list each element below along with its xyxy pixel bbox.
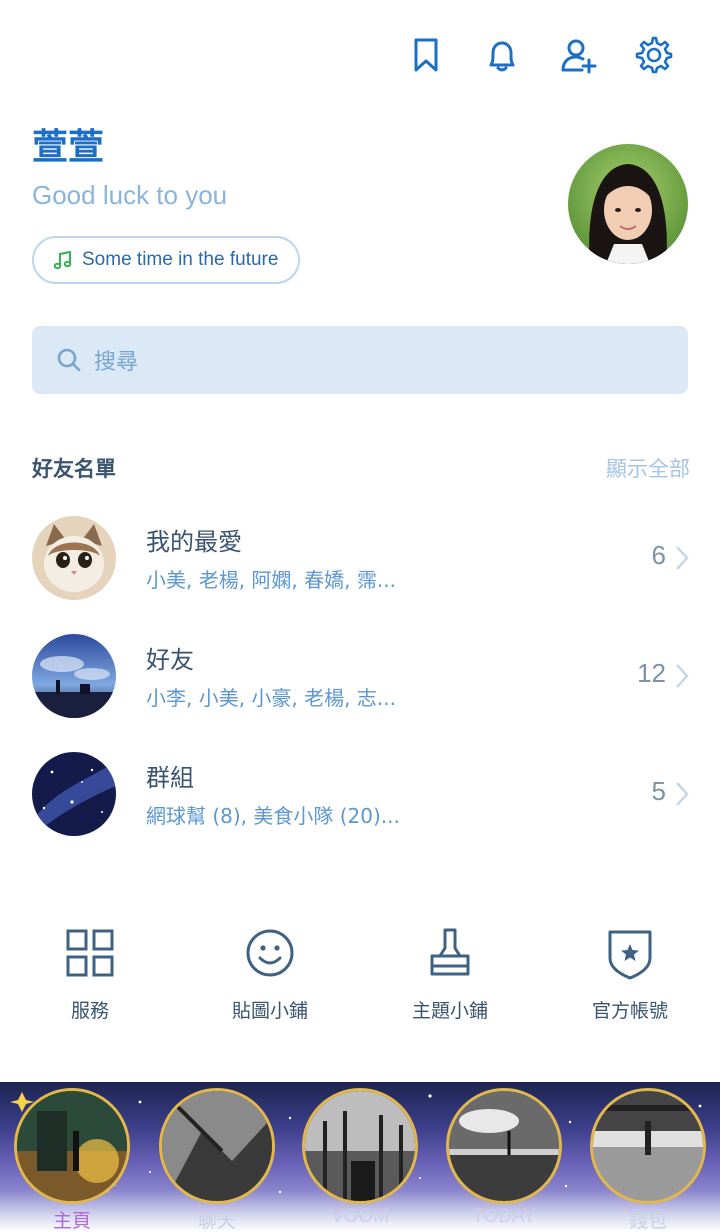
show-all-link[interactable]: 顯示全部 xyxy=(606,453,690,483)
favorites-thumbnail xyxy=(32,516,116,600)
add-friend-icon[interactable] xyxy=(540,30,616,80)
search-placeholder: 搜尋 xyxy=(94,350,139,375)
tab-chats-image xyxy=(159,1088,275,1204)
tab-wallet[interactable]: 錢包 xyxy=(590,1088,706,1232)
tab-today-label: TODAY xyxy=(472,1206,536,1227)
theme-shop-label: 主題小鋪 xyxy=(411,1000,488,1022)
profile-music-title: Some time in the future xyxy=(82,249,279,270)
tab-voom[interactable]: VOOM xyxy=(302,1088,418,1228)
chevron-right-icon xyxy=(676,546,689,570)
friends-count: 12 xyxy=(637,658,666,688)
shield-star-icon xyxy=(608,930,652,980)
friends-title: 好友 xyxy=(146,646,194,674)
theme-shop-button[interactable]: 主題小鋪 xyxy=(360,926,540,1036)
gear-icon[interactable] xyxy=(616,30,692,80)
list-item-groups[interactable]: 群組 網球幫 (8), 美食小隊 (20)... 5 xyxy=(0,752,720,852)
search-bar[interactable]: 搜尋 xyxy=(32,326,688,394)
tab-home-label: 主頁 xyxy=(52,1211,91,1232)
smiley-icon xyxy=(246,929,294,977)
friends-members: 小李, 小美, 小豪, 老楊, 志... xyxy=(146,686,396,710)
groups-count: 5 xyxy=(651,776,666,806)
groups-members: 網球幫 (8), 美食小隊 (20)... xyxy=(146,804,400,828)
brush-icon xyxy=(430,928,470,976)
list-item-friends[interactable]: 好友 小李, 小美, 小豪, 老楊, 志... 12 xyxy=(0,634,720,734)
tab-wallet-image xyxy=(590,1088,706,1204)
tab-voom-label: VOOM xyxy=(330,1206,390,1227)
profile-music-button[interactable]: Some time in the future xyxy=(32,236,301,284)
search-icon xyxy=(57,348,81,372)
profile-avatar[interactable] xyxy=(568,144,688,264)
sticker-shop-button[interactable]: 貼圖小鋪 xyxy=(180,926,360,1036)
services-button[interactable]: 服務 xyxy=(0,926,180,1036)
music-note-icon xyxy=(53,250,72,270)
bottom-tab-bar: 主頁 聊天 VOOM TODAY 錢包 xyxy=(0,1082,720,1232)
tab-wallet-label: 錢包 xyxy=(628,1211,667,1232)
profile-status-message[interactable]: Good luck to you xyxy=(32,180,227,211)
groups-title: 群組 xyxy=(146,764,194,792)
sticker-shop-label: 貼圖小鋪 xyxy=(231,1000,308,1022)
favorites-title: 我的最愛 xyxy=(146,528,242,556)
bell-icon[interactable] xyxy=(464,30,540,80)
list-item-favorites[interactable]: 我的最愛 小美, 老楊, 阿嫻, 春嬌, 霈... 6 xyxy=(0,516,720,616)
favorites-count: 6 xyxy=(651,540,666,570)
chevron-right-icon xyxy=(676,664,689,688)
tab-chats-label: 聊天 xyxy=(197,1211,236,1232)
header-actions xyxy=(388,30,692,80)
grid-icon xyxy=(66,929,114,977)
tab-today[interactable]: TODAY xyxy=(446,1088,562,1228)
chevron-right-icon xyxy=(676,782,689,806)
tab-voom-image xyxy=(302,1088,418,1204)
services-label: 服務 xyxy=(70,1000,109,1022)
official-accounts-button[interactable]: 官方帳號 xyxy=(540,926,720,1036)
friends-section-title: 好友名單 xyxy=(32,457,116,481)
official-accounts-label: 官方帳號 xyxy=(591,1000,668,1022)
services-row: 服務 貼圖小鋪 主題小鋪 官方帳號 xyxy=(0,926,720,1036)
profile-name[interactable]: 萱萱 xyxy=(32,118,104,170)
tab-home-image xyxy=(14,1088,130,1204)
favorites-members: 小美, 老楊, 阿嫻, 春嬌, 霈... xyxy=(146,568,396,592)
tab-chats[interactable]: 聊天 xyxy=(159,1088,275,1232)
tab-today-image xyxy=(446,1088,562,1204)
tab-home[interactable]: 主頁 xyxy=(14,1088,130,1232)
bookmark-icon[interactable] xyxy=(388,30,464,80)
groups-thumbnail xyxy=(32,752,116,836)
friends-thumbnail xyxy=(32,634,116,718)
